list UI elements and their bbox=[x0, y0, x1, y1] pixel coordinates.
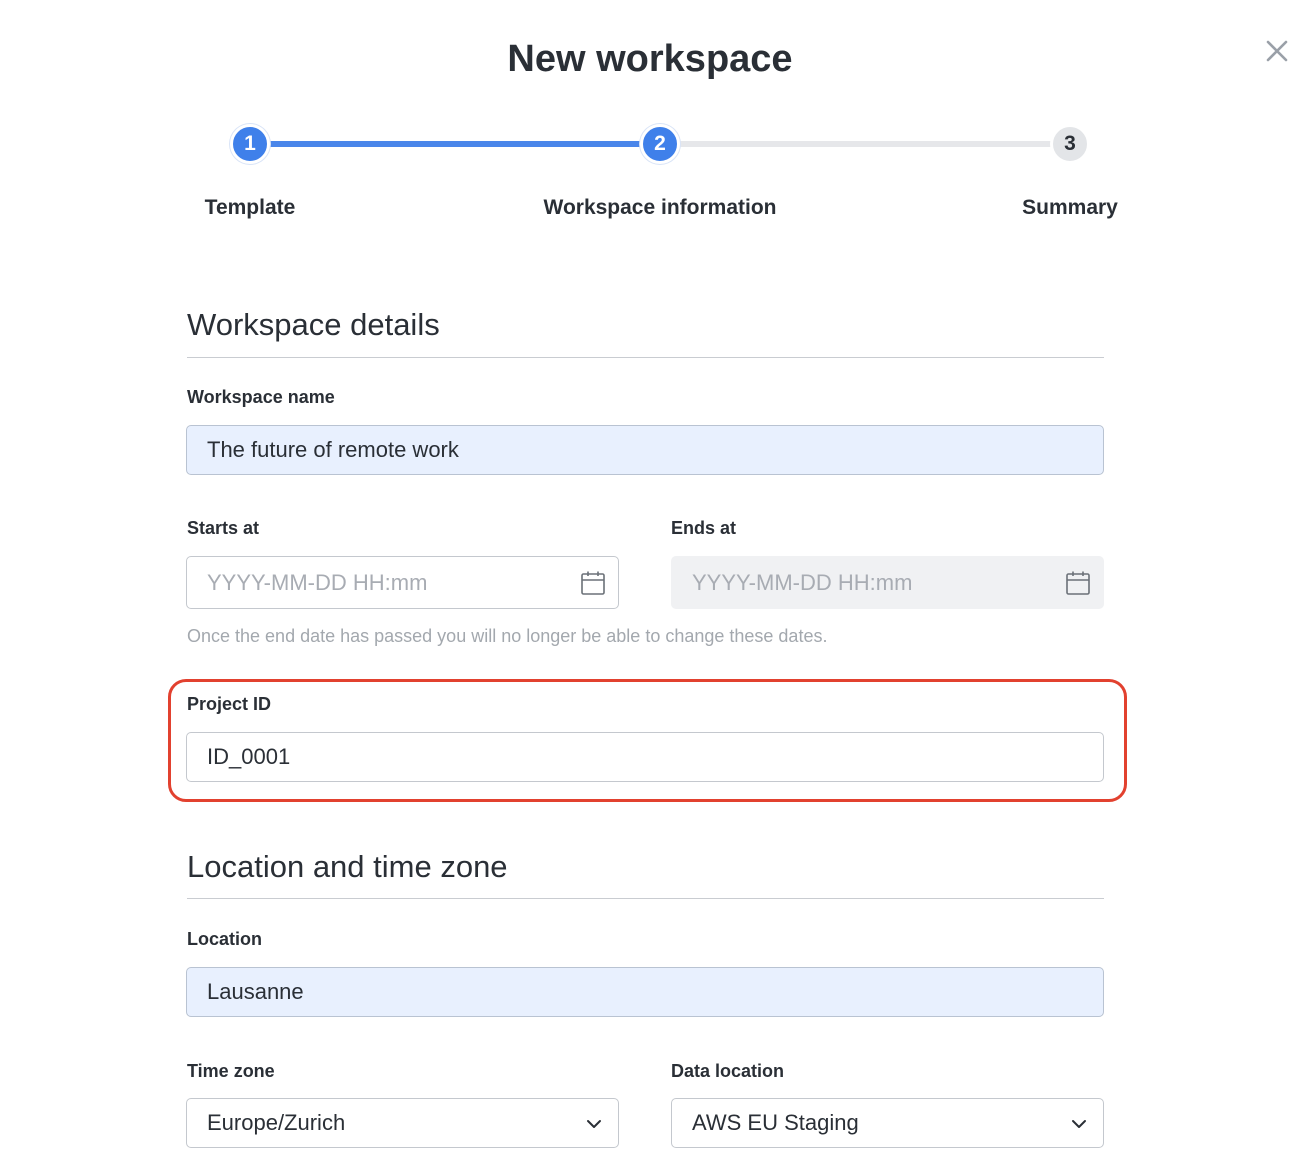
workspace-details-heading: Workspace details bbox=[187, 307, 440, 342]
section-divider bbox=[187, 898, 1104, 899]
close-button[interactable] bbox=[1262, 36, 1292, 66]
location-heading: Location and time zone bbox=[187, 849, 508, 884]
dates-hint: Once the end date has passed you will no… bbox=[187, 626, 828, 646]
workspace-name-label: Workspace name bbox=[187, 387, 335, 407]
data-location-value: AWS EU Staging bbox=[692, 1110, 859, 1135]
time-zone-select[interactable]: Europe/Zurich bbox=[186, 1098, 619, 1148]
step-3-indicator[interactable]: 3 bbox=[1050, 124, 1090, 164]
calendar-icon[interactable] bbox=[580, 570, 606, 596]
calendar-icon bbox=[1066, 571, 1090, 595]
location-value: Lausanne bbox=[207, 979, 304, 1004]
step-1-indicator[interactable]: 1 bbox=[230, 124, 270, 164]
time-zone-value: Europe/Zurich bbox=[207, 1110, 346, 1135]
starts-at-placeholder: YYYY-MM-DD HH:mm bbox=[207, 569, 428, 595]
chevron-down-icon bbox=[1072, 1120, 1086, 1128]
starts-at-input[interactable]: YYYY-MM-DD HH:mm bbox=[186, 556, 619, 609]
project-id-input[interactable]: ID_0001 bbox=[186, 732, 1104, 782]
data-location-label: Data location bbox=[671, 1061, 785, 1081]
dialog-title: New workspace bbox=[507, 38, 793, 80]
data-location-select[interactable]: AWS EU Staging bbox=[671, 1098, 1104, 1148]
step-3-label: Summary bbox=[1022, 196, 1118, 219]
close-icon bbox=[1266, 40, 1288, 62]
stepper-track-complete bbox=[250, 141, 660, 147]
new-workspace-dialog: New workspace 1 2 3 Template Workspace i… bbox=[0, 0, 1300, 1170]
stepper-track-remaining bbox=[660, 141, 1070, 147]
ends-at-input: YYYY-MM-DD HH:mm bbox=[671, 556, 1104, 609]
location-input[interactable]: Lausanne bbox=[186, 967, 1104, 1017]
step-2-label: Workspace information bbox=[543, 196, 777, 219]
step-1-label: Template bbox=[204, 196, 296, 219]
time-zone-label: Time zone bbox=[187, 1061, 275, 1081]
progress-stepper: 1 2 3 Template Workspace information Sum… bbox=[0, 122, 1300, 232]
step-2-indicator[interactable]: 2 bbox=[640, 124, 680, 164]
ends-at-placeholder: YYYY-MM-DD HH:mm bbox=[692, 569, 913, 595]
project-id-label: Project ID bbox=[187, 694, 272, 714]
workspace-name-value: The future of remote work bbox=[207, 437, 459, 462]
chevron-down-icon bbox=[587, 1120, 601, 1128]
location-label: Location bbox=[187, 929, 262, 949]
project-id-value: ID_0001 bbox=[207, 744, 291, 769]
workspace-name-input[interactable]: The future of remote work bbox=[186, 425, 1104, 475]
section-divider bbox=[187, 357, 1104, 358]
starts-at-label: Starts at bbox=[187, 518, 260, 538]
ends-at-label: Ends at bbox=[671, 518, 737, 538]
